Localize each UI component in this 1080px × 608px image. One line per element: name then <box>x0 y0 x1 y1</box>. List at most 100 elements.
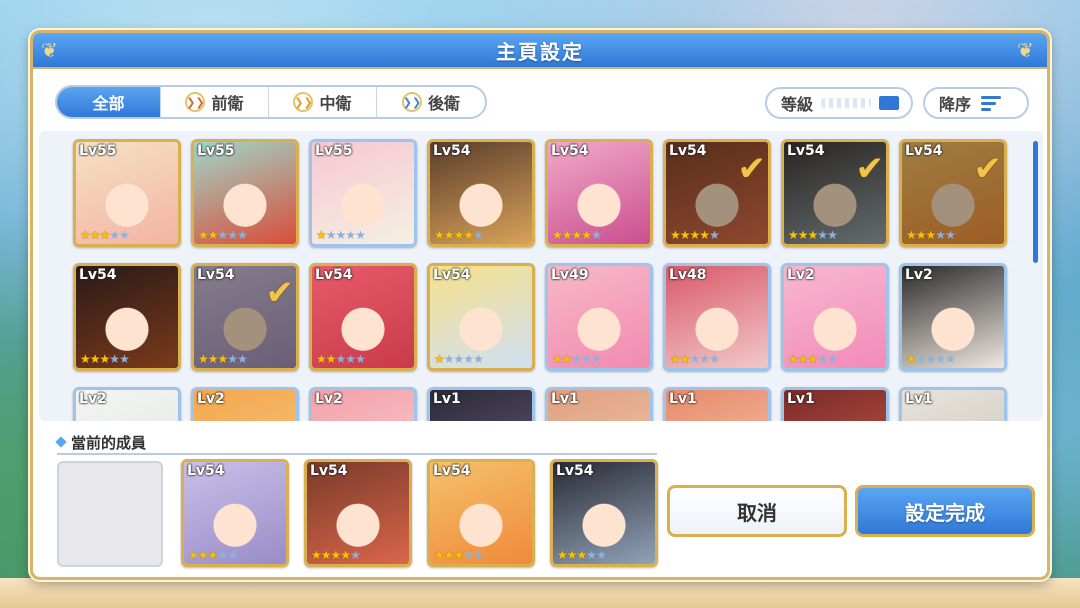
character-card[interactable]: Lv1 <box>899 387 1007 421</box>
character-card[interactable]: Lv54 ★★★★★ <box>73 263 181 371</box>
tab-label: 後衛 <box>427 94 460 113</box>
star-icon: ★ <box>188 548 199 562</box>
home-settings-dialog: ❦ 主頁設定 ❦ 全部 ❯❯ 前衛 ❯❯ 中衛 ❯❯ 後衛 等級 降序 Lv55… <box>30 30 1050 580</box>
character-card[interactable]: Lv54 ★★★★★ <box>309 263 417 371</box>
sort-order-button[interactable]: 降序 <box>923 87 1029 119</box>
character-card[interactable]: Lv54 ★★★★★ <box>181 459 289 567</box>
character-card[interactable]: Lv1 <box>427 387 535 421</box>
star-icon: ★ <box>581 352 592 366</box>
character-card[interactable]: Lv2 <box>73 387 181 421</box>
confirm-button[interactable]: 設定完成 <box>855 485 1035 537</box>
character-card[interactable]: Lv55 ★★★★★ <box>191 139 299 247</box>
star-rating: ★★★★★ <box>80 352 130 366</box>
character-roster: Lv55 ★★★★★ Lv55 ★★★★★ Lv55 ★★★★★ Lv54 ★★★★★ Lv54… <box>39 131 1043 421</box>
star-icon: ★ <box>453 352 465 366</box>
star-rating: ★★★★★ <box>434 352 484 366</box>
character-card[interactable]: Lv2 ★★★★★ <box>781 263 889 371</box>
star-icon: ★ <box>571 228 583 242</box>
character-card[interactable]: Lv2 ★★★★★ <box>899 263 1007 371</box>
character-card[interactable]: Lv49 ★★★★★ <box>545 263 653 371</box>
star-rating: ★★★★★ <box>906 228 956 242</box>
star-icon: ★ <box>473 352 484 366</box>
level-label: Lv54 <box>310 463 348 479</box>
level-label: Lv1 <box>669 391 697 407</box>
star-icon: ★ <box>237 352 248 366</box>
level-label: Lv2 <box>905 267 933 283</box>
star-rating: ★★★★★ <box>670 228 720 242</box>
star-rating: ★★★★★ <box>788 228 838 242</box>
tab-back[interactable]: ❯❯ 後衛 <box>377 87 485 117</box>
cancel-button[interactable]: 取消 <box>667 485 847 537</box>
character-card[interactable]: Lv2 <box>191 387 299 421</box>
star-icon: ★ <box>915 228 927 242</box>
star-icon: ★ <box>576 548 588 562</box>
sort-level-button[interactable]: 等級 <box>765 87 913 119</box>
level-label: Lv54 <box>187 463 225 479</box>
character-card[interactable]: Lv1 <box>663 387 771 421</box>
ornament-right-icon: ❦ <box>1017 38 1034 62</box>
character-card[interactable]: Lv54 ★★★★★ <box>427 459 535 567</box>
roster-scrollbar[interactable] <box>1033 141 1038 263</box>
character-card[interactable]: Lv54 ★★★★★ ✔ <box>899 139 1007 247</box>
star-icon: ★ <box>827 352 838 366</box>
level-label: Lv54 <box>433 267 471 283</box>
empty-member-slot[interactable] <box>57 461 163 567</box>
tab-all[interactable]: 全部 <box>57 87 161 117</box>
star-icon: ★ <box>807 352 819 366</box>
character-card[interactable]: Lv1 <box>545 387 653 421</box>
star-rating: ★★★★★ <box>552 228 602 242</box>
level-label: Lv54 <box>669 143 707 159</box>
star-icon: ★ <box>311 548 322 562</box>
character-card[interactable]: Lv54 ★★★★★ ✔ <box>663 139 771 247</box>
star-icon: ★ <box>443 352 455 366</box>
star-icon: ★ <box>591 228 602 242</box>
star-icon: ★ <box>355 352 366 366</box>
star-icon: ★ <box>227 548 238 562</box>
character-card[interactable]: Lv54 ★★★★★ ✔ <box>191 263 299 371</box>
star-icon: ★ <box>788 228 799 242</box>
star-icon: ★ <box>906 352 917 366</box>
character-card[interactable]: Lv54 ★★★★★ <box>545 139 653 247</box>
star-icon: ★ <box>197 548 209 562</box>
level-label: Lv1 <box>433 391 461 407</box>
star-icon: ★ <box>227 352 238 366</box>
character-card[interactable]: Lv54 ★★★★★ <box>304 459 412 567</box>
level-label: Lv54 <box>905 143 943 159</box>
level-label: Lv54 <box>79 267 117 283</box>
star-icon: ★ <box>571 352 583 366</box>
star-icon: ★ <box>198 228 209 242</box>
star-icon: ★ <box>925 352 937 366</box>
star-icon: ★ <box>453 228 465 242</box>
level-label: Lv55 <box>197 143 235 159</box>
tab-front[interactable]: ❯❯ 前衛 <box>161 87 269 117</box>
character-card[interactable]: Lv1 <box>781 387 889 421</box>
star-icon: ★ <box>596 548 607 562</box>
dialog-header: ❦ 主頁設定 ❦ <box>33 33 1047 69</box>
star-icon: ★ <box>80 352 91 366</box>
tab-label: 全部 <box>92 94 125 113</box>
star-rating: ★★★★★ <box>434 228 484 242</box>
character-card[interactable]: Lv55 ★★★★★ <box>73 139 181 247</box>
level-label: Lv1 <box>787 391 815 407</box>
character-card[interactable]: Lv55 ★★★★★ <box>309 139 417 247</box>
star-rating: ★★★★★ <box>434 548 484 562</box>
character-card[interactable]: Lv48 ★★★★★ <box>663 263 771 371</box>
layers-icon <box>875 96 899 117</box>
star-icon: ★ <box>581 228 592 242</box>
star-icon: ★ <box>557 548 568 562</box>
level-label: Lv2 <box>315 391 343 407</box>
star-rating: ★★★★★ <box>316 352 366 366</box>
character-card[interactable]: Lv54 ★★★★★ <box>550 459 658 567</box>
character-card[interactable]: Lv2 <box>309 387 417 421</box>
character-card[interactable]: Lv54 ★★★★★ <box>427 139 535 247</box>
star-icon: ★ <box>350 548 361 562</box>
star-icon: ★ <box>670 352 681 366</box>
star-icon: ★ <box>325 352 337 366</box>
star-rating: ★★★★★ <box>311 548 361 562</box>
character-card[interactable]: Lv54 ★★★★★ ✔ <box>781 139 889 247</box>
character-card[interactable]: Lv54 ★★★★★ <box>427 263 535 371</box>
level-label: Lv1 <box>551 391 579 407</box>
star-icon: ★ <box>679 228 691 242</box>
sort-descending-icon <box>981 95 1002 111</box>
tab-middle[interactable]: ❯❯ 中衛 <box>269 87 377 117</box>
